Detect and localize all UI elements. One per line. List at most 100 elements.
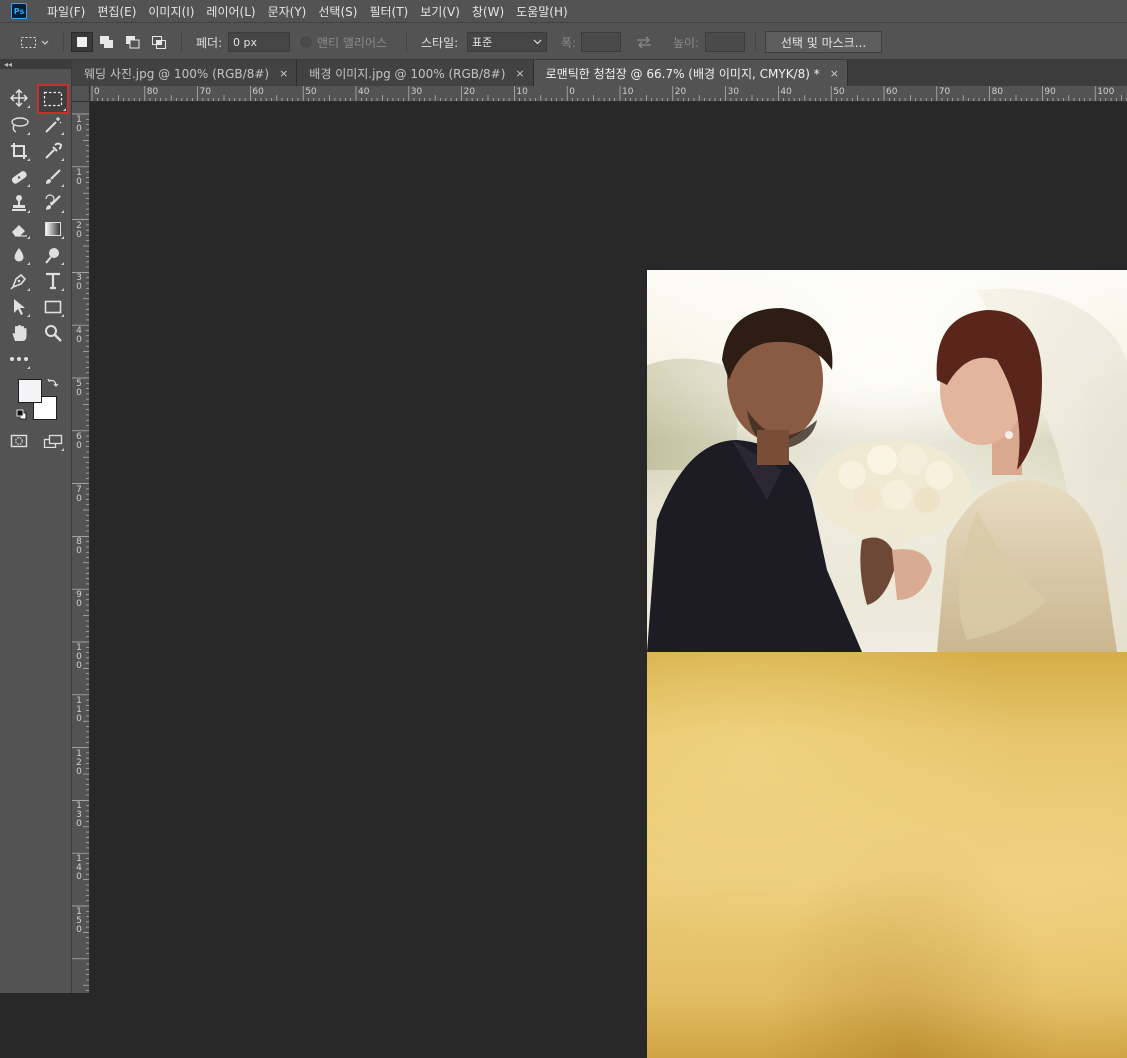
tool-preset-picker[interactable] (20, 23, 50, 61)
antialias-label: 앤티 앨리어스 (317, 35, 388, 50)
tab-background-image[interactable]: 배경 이미지.jpg @ 100% (RGB/8#) × (297, 60, 534, 86)
swap-colors-icon[interactable] (47, 377, 59, 389)
ruler-label: 9 0 (76, 590, 82, 610)
gradient-tool[interactable] (40, 217, 66, 241)
screen-mode-button[interactable] (40, 429, 66, 453)
document-canvas[interactable] (647, 270, 1127, 1058)
ruler-label: 90 (1044, 87, 1056, 97)
quick-mask-icon (10, 434, 28, 448)
menu-window[interactable]: 창(W) (466, 3, 510, 20)
hand-tool[interactable] (6, 321, 32, 345)
brush-icon (46, 169, 61, 184)
ruler-label: 1 3 0 (76, 801, 82, 830)
ruler-label: 0 (569, 87, 575, 97)
menu-filter[interactable]: 필터(T) (363, 3, 414, 20)
magnifier-icon (45, 325, 62, 342)
ruler-label: 80 (991, 87, 1004, 97)
vertical-ruler[interactable]: 1 0 1 0 2 0 3 0 4 0 5 0 6 0 7 0 8 0 9 0 1 0 0 1 1 0… (72, 102, 90, 993)
move-icon (10, 89, 28, 107)
ruler-ticks (91, 86, 1127, 101)
ruler-label: 0 (94, 87, 100, 97)
document-tab-bar: 웨딩 사진.jpg @ 100% (RGB/8#) × 배경 이미지.jpg @… (72, 60, 1127, 86)
menu-file[interactable]: 파일(F) (41, 3, 91, 20)
ruler-label: 7 0 (76, 484, 82, 504)
close-icon[interactable]: × (515, 67, 524, 80)
brush-tool[interactable] (40, 165, 66, 189)
select-and-mask-button[interactable]: 선택 및 마스크... (765, 31, 882, 53)
style-select-value: 표준 (472, 36, 493, 49)
chevron-down-icon (533, 39, 542, 45)
lasso-icon (11, 117, 29, 133)
height-input[interactable] (705, 32, 745, 52)
ruler-label: 50 (833, 87, 845, 97)
default-colors-icon[interactable] (16, 409, 28, 421)
foreground-color-swatch[interactable] (18, 379, 42, 403)
lasso-tool[interactable] (6, 113, 32, 137)
new-selection-icon (77, 37, 87, 47)
menu-edit[interactable]: 편집(E) (91, 3, 142, 20)
type-tool[interactable] (40, 269, 66, 293)
ruler-label: 6 0 (76, 431, 82, 451)
horizontal-ruler[interactable]: 0 80 70 60 50 40 30 20 10 0 10 20 30 40 50 60 70 80 90 100 (90, 86, 1127, 102)
gradient-icon (45, 222, 61, 236)
add-to-selection-button[interactable] (96, 32, 118, 52)
eraser-icon (12, 225, 27, 237)
swap-arrows-icon (637, 36, 651, 48)
history-brush-tool[interactable] (40, 191, 66, 215)
history-brush-icon (45, 194, 61, 210)
healing-brush-tool[interactable] (6, 165, 32, 189)
menu-layer[interactable]: 레이어(L) (200, 3, 261, 20)
close-icon[interactable]: × (279, 67, 288, 80)
eyedropper-tool[interactable] (40, 139, 66, 163)
tab-label: 로맨틱한 청첩장 @ 66.7% (배경 이미지, CMYK/8) * (545, 66, 820, 81)
move-tool[interactable] (6, 86, 32, 110)
menu-view[interactable]: 보기(V) (414, 3, 466, 20)
clone-stamp-tool[interactable] (6, 191, 32, 215)
swap-dimensions-button[interactable] (636, 23, 652, 61)
subtract-selection-icon (126, 36, 140, 49)
crop-tool[interactable] (6, 139, 32, 163)
ruler-label: 60 (252, 87, 264, 97)
zoom-tool[interactable] (40, 321, 66, 345)
pen-tool[interactable] (6, 269, 32, 293)
new-selection-button[interactable] (71, 32, 93, 52)
feather-label: 페더: (196, 35, 223, 50)
rectangle-tool[interactable] (40, 295, 66, 319)
style-select[interactable]: 표준 (467, 32, 547, 52)
rectangle-shape-icon (44, 300, 62, 314)
arrow-pointer-icon (14, 299, 25, 315)
ruler-label: 10 (516, 87, 528, 97)
subtract-from-selection-button[interactable] (122, 32, 144, 52)
hand-icon (12, 325, 27, 341)
close-icon[interactable]: × (830, 67, 839, 80)
menu-type[interactable]: 문자(Y) (262, 3, 313, 20)
bandage-icon (11, 171, 27, 184)
photoshop-logo-icon[interactable]: Ps (11, 3, 27, 19)
drop-icon (14, 248, 24, 262)
ruler-label: 1 2 0 (76, 748, 82, 777)
menu-help[interactable]: 도움말(H) (510, 3, 574, 20)
toolbar-collapse-button[interactable]: ◂◂ (0, 60, 72, 69)
menu-select[interactable]: 선택(S) (312, 3, 363, 20)
rectangular-marquee-tool[interactable] (37, 84, 69, 114)
width-input[interactable] (581, 32, 621, 52)
tab-wedding-photo[interactable]: 웨딩 사진.jpg @ 100% (RGB/8#) × (72, 60, 298, 86)
edit-toolbar-button[interactable] (6, 347, 32, 371)
quick-mask-button[interactable] (6, 429, 32, 453)
feather-input[interactable]: 0 px (228, 32, 290, 52)
screen-mode-icon (43, 434, 63, 448)
eraser-tool[interactable] (6, 217, 32, 241)
ruler-label: 30 (727, 87, 740, 97)
tab-romantic-invitation[interactable]: 로맨틱한 청첩장 @ 66.7% (배경 이미지, CMYK/8) * × (533, 60, 848, 86)
path-selection-tool[interactable] (6, 295, 32, 319)
blur-tool[interactable] (6, 243, 32, 267)
intersect-selection-button[interactable] (148, 32, 170, 52)
tab-label: 웨딩 사진.jpg @ 100% (RGB/8#) (84, 66, 270, 81)
intersect-selection-icon (152, 36, 166, 49)
antialias-checkbox[interactable] (300, 23, 312, 61)
dodge-tool[interactable] (40, 243, 66, 267)
magic-wand-tool[interactable] (40, 113, 66, 137)
canvas-workspace[interactable] (91, 103, 1127, 1058)
ruler-origin[interactable] (72, 86, 90, 102)
menu-image[interactable]: 이미지(I) (142, 3, 200, 20)
